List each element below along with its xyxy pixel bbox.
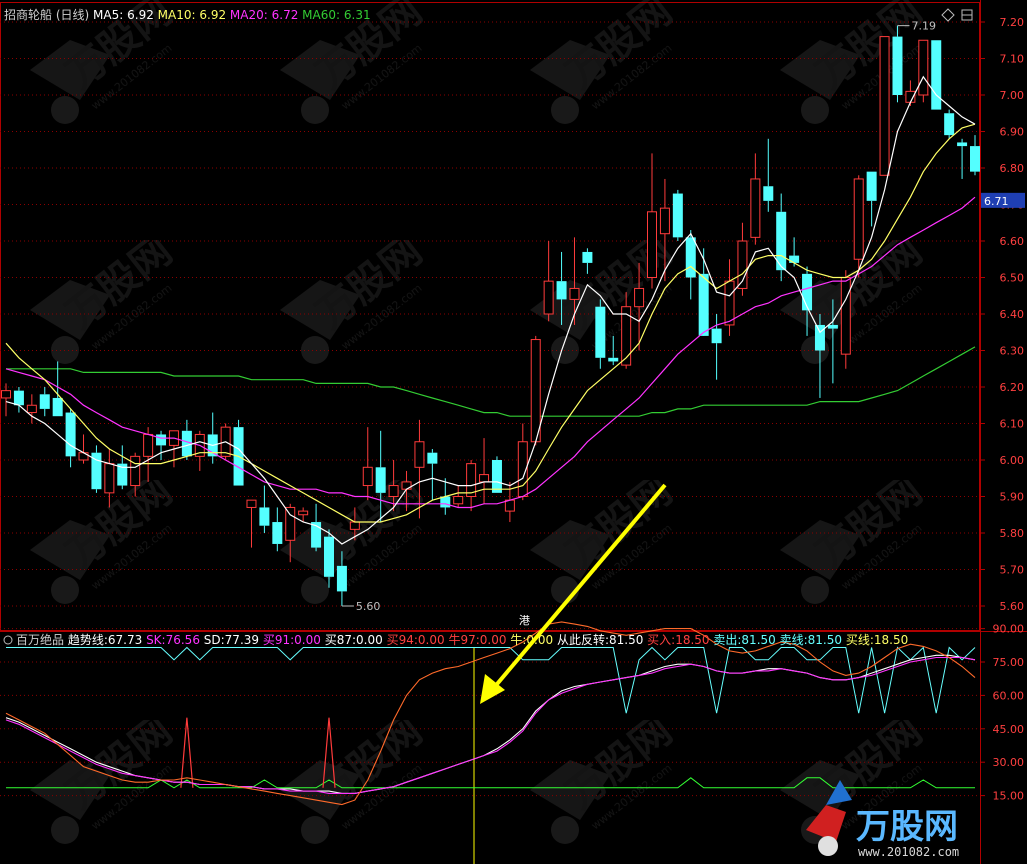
indicator-item-value: 67.73 — [108, 633, 146, 647]
ma5-label: MA5: — [93, 8, 123, 22]
price-tick-label: 6.40 — [1000, 308, 1025, 321]
stock-chart: 万股网 www.201082.com 7.20 7.10 7.00 6.90 6.80 6… — [0, 0, 1027, 864]
svg-text:百万绝品 趋势线:67.: 百万绝品 趋势线:67.73 SK:76.56 SD:77.39 买91:0.0… — [16, 632, 908, 647]
indicator-item-label: 趋势线: — [68, 633, 108, 647]
indicator-item-label: 买94: — [387, 633, 418, 647]
svg-text:6.71: 6.71 — [984, 195, 1009, 208]
indicator-item-value: 81.50 — [609, 633, 647, 647]
indicator-item-value: 0.00 — [480, 633, 511, 647]
svg-text:7.19: 7.19 — [911, 20, 936, 33]
indicator-tick-label: 30.00 — [993, 756, 1025, 769]
price-tick-label: 6.90 — [1000, 126, 1025, 139]
price-tick-label: 6.80 — [1000, 162, 1025, 175]
candle — [931, 40, 942, 110]
indicator-item-value: 77.39 — [225, 633, 263, 647]
svg-text:港: 港 — [519, 614, 530, 627]
indicator-item-label: 卖线: — [780, 633, 808, 647]
event-marker[interactable]: 港 — [517, 612, 531, 627]
current-price-tag: 6.71 — [981, 192, 1025, 208]
indicator-item-label: 买线: — [846, 633, 874, 647]
indicator-item-value: 0.00 — [356, 633, 387, 647]
price-tick-label: 6.60 — [1000, 235, 1025, 248]
watermark-layer — [0, 0, 980, 860]
ma20-value: 6.72 — [272, 8, 299, 22]
candle — [879, 36, 890, 176]
ma60-label: MA60: — [302, 8, 340, 22]
period-label[interactable]: (日线) — [56, 8, 89, 22]
candle — [491, 456, 502, 493]
indicator-item-label: 买入: — [647, 633, 675, 647]
price-tick-label: 7.20 — [1000, 16, 1025, 29]
price-tick-label: 6.50 — [1000, 272, 1025, 285]
indicator-name[interactable]: 百万绝品 — [16, 632, 64, 647]
candle — [944, 109, 955, 139]
price-tick-label: 7.00 — [1000, 89, 1025, 102]
indicator-item-value: 76.56 — [166, 633, 204, 647]
indicator-item-value: 18.50 — [874, 633, 908, 647]
candle — [672, 189, 683, 241]
indicator-item-label: 买87: — [325, 633, 356, 647]
ma20-label: MA20: — [230, 8, 268, 22]
price-tick-label: 7.10 — [1000, 53, 1025, 66]
indicator-tick-label: 75.00 — [993, 656, 1025, 669]
price-tick-label: 6.30 — [1000, 345, 1025, 358]
indicator-item-value: 18.50 — [675, 633, 713, 647]
candle — [840, 270, 851, 369]
price-tick-label: 5.90 — [1000, 491, 1025, 504]
indicator-item-label: 从此反转: — [557, 632, 609, 647]
indicator-tick-label: 90.00 — [993, 623, 1025, 636]
indicator-item-label: SK: — [146, 633, 166, 647]
price-tick-label: 5.60 — [1000, 600, 1025, 613]
indicator-header: 百万绝品 趋势线:67.73 SK:76.56 SD:77.39 买91:0.0… — [3, 632, 908, 647]
ma5-value: 6.92 — [127, 8, 154, 22]
ma10-label: MA10: — [158, 8, 196, 22]
indicator-item-label: SD: — [204, 633, 225, 647]
indicator-tick-label: 15.00 — [993, 790, 1025, 803]
candle — [892, 25, 903, 103]
indicator-item-value: 81.50 — [808, 633, 846, 647]
indicator-item-value: 0.00 — [294, 633, 325, 647]
stock-name[interactable]: 招商轮船 — [4, 7, 52, 22]
indicator-tick-label: 60.00 — [993, 689, 1025, 702]
indicator-tick-label: 45.00 — [993, 723, 1025, 736]
ma60-value: 6.31 — [344, 8, 371, 22]
svg-text:招商轮船 (日线): 招商轮船 (日线) MA5: 6.92 MA10: 6.92 MA20: 6.7… — [4, 7, 371, 22]
price-tick-label: 5.70 — [1000, 564, 1025, 577]
indicator-item-value: 0.00 — [418, 633, 449, 647]
price-tick-label: 5.80 — [1000, 527, 1025, 540]
price-tick-label: 6.20 — [1000, 381, 1025, 394]
price-tick-label: 6.00 — [1000, 454, 1025, 467]
indicator-item-value: 81.50 — [741, 633, 779, 647]
candle — [918, 39, 929, 103]
price-tick-label: 6.10 — [1000, 418, 1025, 431]
brand-logo-site: www.201082.com — [858, 845, 959, 859]
brand-logo-text: 万股网 — [856, 807, 958, 847]
indicator-item-label: 牛: — [510, 632, 526, 647]
ma10-value: 6.92 — [199, 8, 226, 22]
indicator-item-label: 牛97: — [448, 632, 479, 647]
indicator-item-label: 卖出: — [713, 633, 741, 647]
indicator-item-label: 买91: — [263, 633, 294, 647]
svg-text:5.60: 5.60 — [356, 600, 381, 613]
